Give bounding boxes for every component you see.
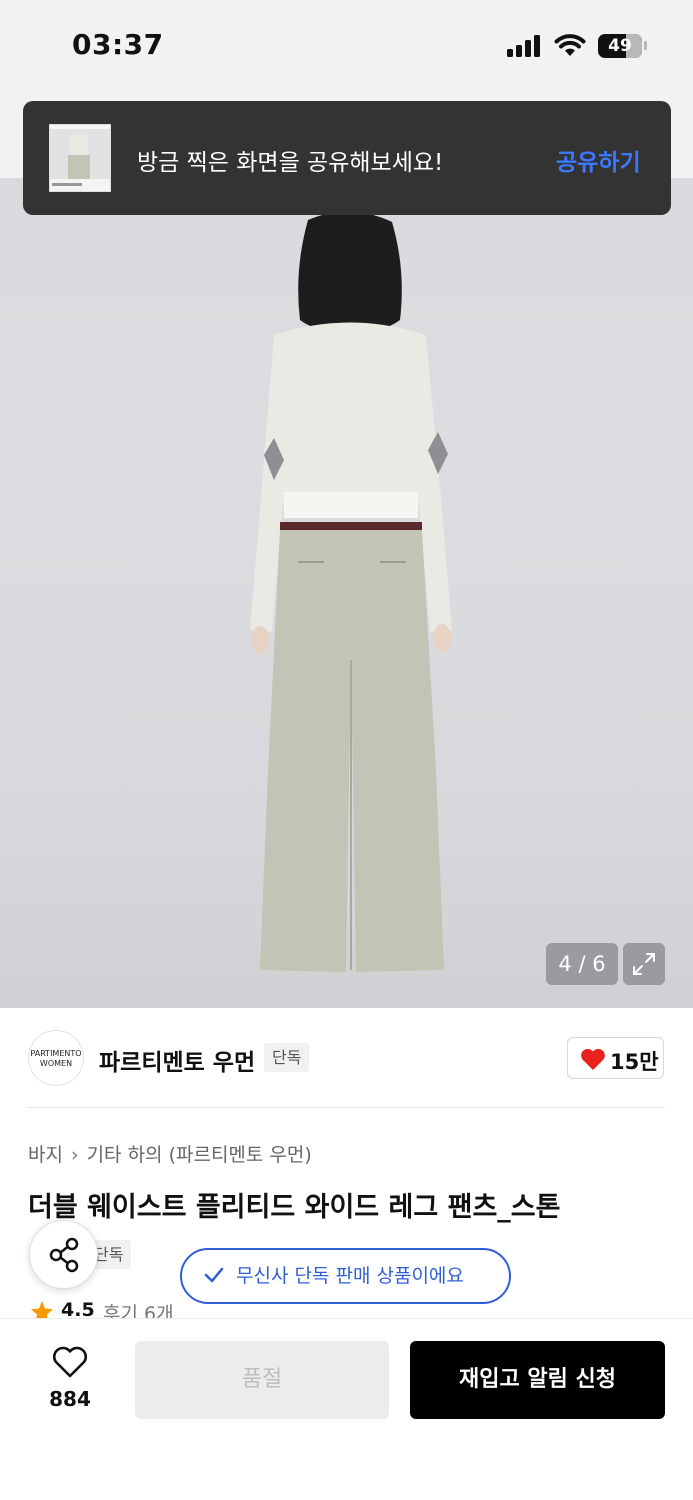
share-icon — [49, 1237, 79, 1273]
breadcrumb-item-pants[interactable]: 바지 — [28, 1144, 63, 1166]
heart-outline-icon[interactable] — [52, 1346, 88, 1378]
breadcrumb: 바지 › 기타 하의 (파르티멘토 우먼) — [28, 1140, 312, 1167]
review-count[interactable]: 후기 6개 — [103, 1299, 174, 1320]
heart-filled-icon — [581, 1048, 605, 1070]
star-icon — [31, 1301, 53, 1320]
product-title: 더블 웨이스트 플리티드 와이드 레그 팬츠_스톤 — [28, 1192, 561, 1223]
share-now-button[interactable]: 공유하기 — [556, 143, 641, 177]
status-bar: 03:37 49 — [0, 0, 693, 90]
exclusive-notice-pill: 무신사 단독 판매 상품이에요 — [180, 1248, 511, 1304]
brand-exclusive-badge: 단독 — [264, 1043, 310, 1072]
battery-level: 49 — [608, 36, 632, 56]
brand-logo-text: PARTIMENTO — [30, 1049, 82, 1058]
check-icon — [204, 1267, 224, 1283]
status-time: 03:37 — [72, 28, 164, 61]
brand-like-count: 15만 — [610, 1050, 659, 1074]
rating-score: 4.5 — [61, 1299, 95, 1320]
product-photo — [250, 211, 452, 972]
chevron-right-icon: › — [70, 1144, 79, 1166]
screenshot-thumbnail[interactable] — [49, 124, 111, 192]
expand-icon — [633, 953, 655, 975]
battery-nub — [644, 41, 647, 50]
share-button[interactable] — [29, 1220, 98, 1289]
toast-message: 방금 찍은 화면을 공유해보세요! — [137, 150, 444, 176]
wishlist-count: 884 — [49, 1387, 91, 1411]
soldout-button[interactable]: 품절 — [135, 1341, 389, 1419]
screenshot-share-toast: 방금 찍은 화면을 공유해보세요! 공유하기 — [23, 101, 671, 215]
restock-alert-button[interactable]: 재입고 알림 신청 — [410, 1341, 665, 1419]
bottom-action-bar: 884 품절 재입고 알림 신청 — [0, 1318, 693, 1500]
image-counter: 4 / 6 — [546, 943, 618, 985]
signal-icon — [507, 35, 543, 57]
thumbnail-image — [50, 125, 110, 191]
expand-button[interactable] — [623, 943, 665, 985]
battery-icon: 49 — [598, 34, 642, 58]
wifi-icon — [554, 34, 586, 56]
brand-name[interactable]: 파르티멘토 우먼 — [99, 1043, 255, 1077]
brand-like-button[interactable]: 15만 — [567, 1037, 664, 1079]
brand-logo-subtext: WOMEN — [39, 1059, 73, 1068]
brand-logo[interactable]: PARTIMENTO WOMEN — [28, 1030, 84, 1086]
rating-summary[interactable]: 4.5 후기 6개 — [30, 1298, 190, 1320]
exclusive-notice-text: 무신사 단독 판매 상품이에요 — [236, 1265, 464, 1287]
divider — [28, 1107, 665, 1108]
product-image-gallery[interactable]: 4 / 6 — [0, 90, 693, 1008]
breadcrumb-item-other-bottoms[interactable]: 기타 하의 (파르티멘토 우먼) — [87, 1144, 312, 1166]
